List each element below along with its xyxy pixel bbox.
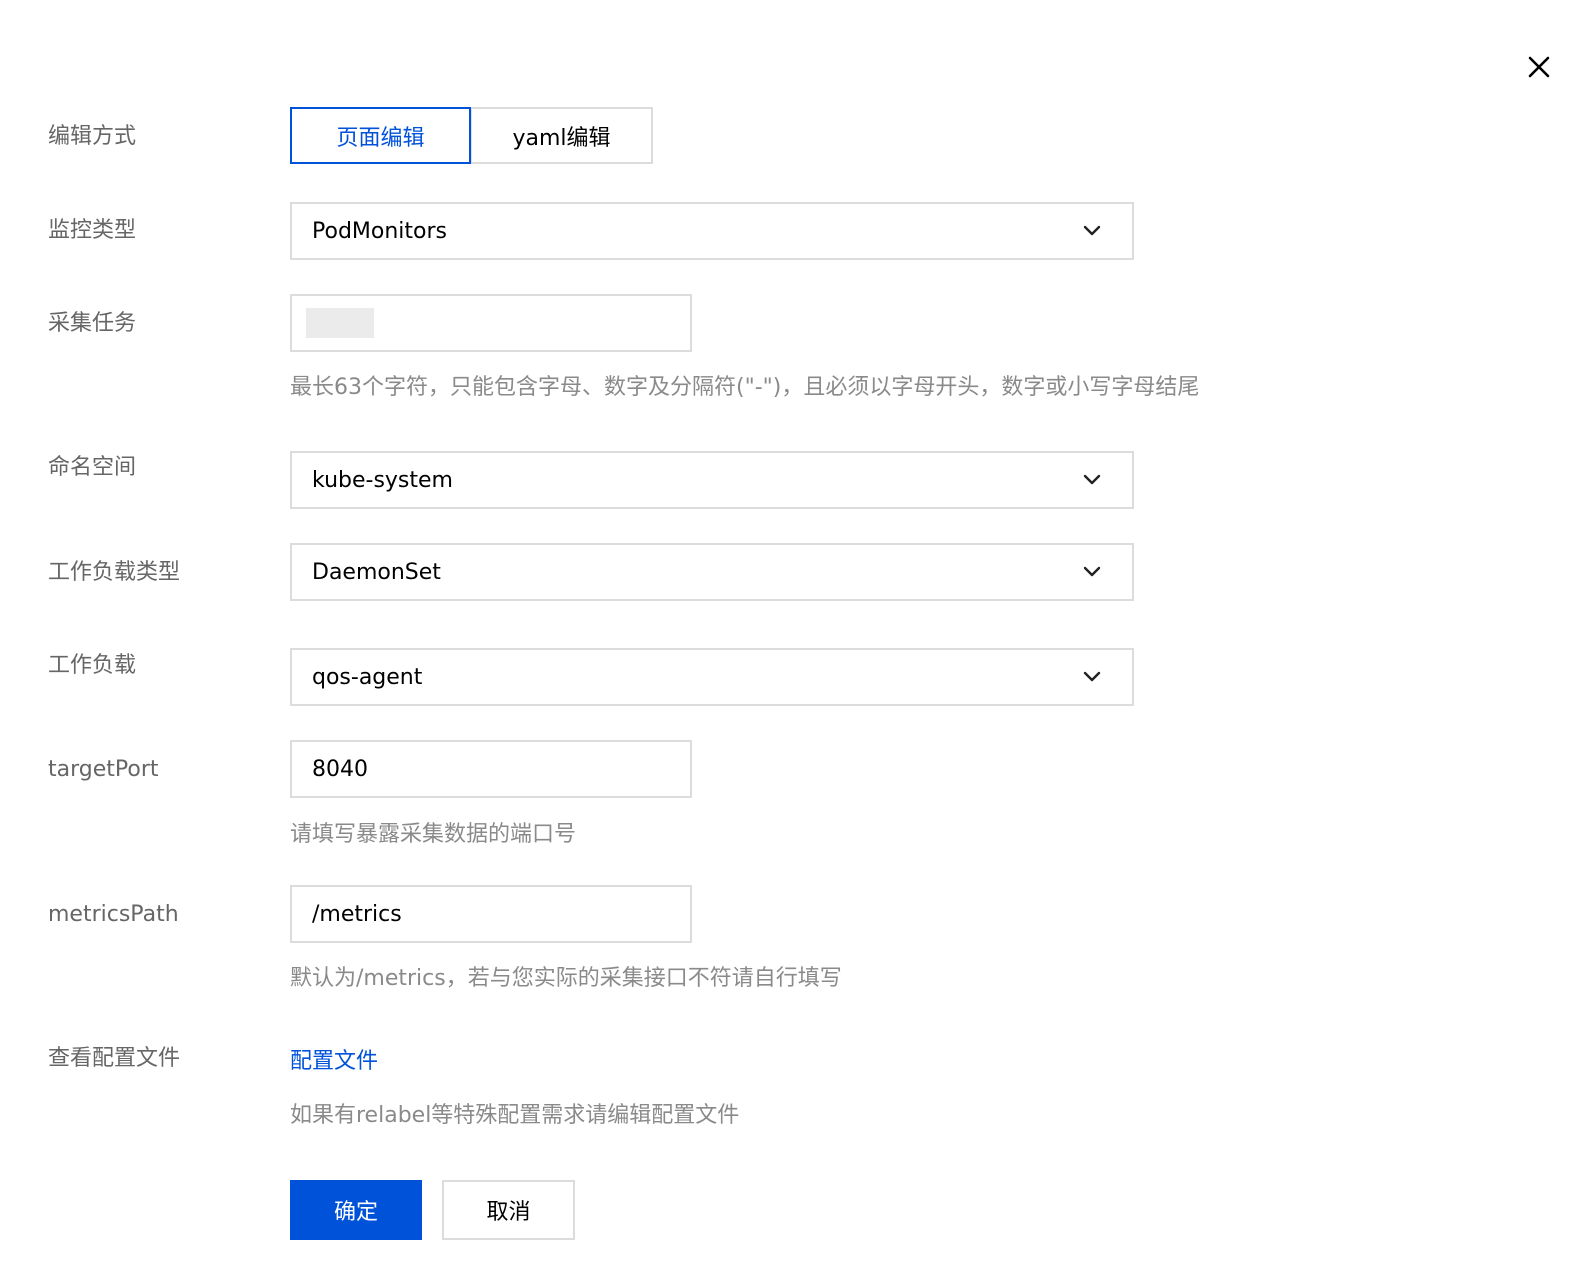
config-file-link[interactable]: 配置文件: [290, 1047, 378, 1077]
namespace-select[interactable]: kube-system: [290, 451, 1134, 509]
config-file-hint: 如果有relabel等特殊配置需求请编辑配置文件: [290, 1103, 740, 1128]
target-port-input[interactable]: 8040: [290, 740, 692, 798]
collect-task-label: 采集任务: [48, 311, 137, 336]
chevron-down-icon: [1083, 225, 1101, 236]
workload-type-label: 工作负载类型: [48, 560, 181, 585]
target-port-hint: 请填写暴露采集数据的端口号: [290, 822, 577, 847]
monitor-type-select[interactable]: PodMonitors: [290, 202, 1134, 260]
monitor-type-label: 监控类型: [48, 218, 137, 243]
workload-label: 工作负载: [48, 653, 137, 678]
tab-yaml-edit[interactable]: yaml编辑: [470, 107, 653, 164]
metrics-path-input[interactable]: /metrics: [290, 885, 692, 943]
namespace-label: 命名空间: [48, 455, 137, 480]
metrics-path-label: metricsPath: [48, 902, 179, 927]
chevron-down-icon: [1083, 474, 1101, 485]
workload-select[interactable]: qos-agent: [290, 648, 1134, 706]
chevron-down-icon: [1083, 671, 1101, 682]
tab-page-edit[interactable]: 页面编辑: [290, 107, 471, 164]
metrics-path-hint: 默认为/metrics，若与您实际的采集接口不符请自行填写: [290, 966, 842, 991]
workload-value: qos-agent: [312, 664, 423, 690]
collect-task-hint: 最长63个字符，只能包含字母、数字及分隔符("-")，且必须以字母开头，数字或小…: [290, 375, 1200, 400]
monitor-type-value: PodMonitors: [312, 218, 447, 244]
namespace-value: kube-system: [312, 467, 453, 493]
config-file-label: 查看配置文件: [48, 1046, 181, 1071]
collect-task-value-masked: [306, 308, 374, 338]
chevron-down-icon: [1083, 566, 1101, 577]
metrics-path-value: /metrics: [312, 901, 402, 927]
cancel-button[interactable]: 取消: [442, 1180, 575, 1240]
target-port-value: 8040: [312, 756, 368, 782]
collect-task-input[interactable]: [290, 294, 692, 352]
confirm-button[interactable]: 确定: [290, 1180, 422, 1240]
workload-type-select[interactable]: DaemonSet: [290, 543, 1134, 601]
edit-mode-label: 编辑方式: [48, 124, 137, 149]
close-button[interactable]: [1524, 52, 1554, 82]
workload-type-value: DaemonSet: [312, 559, 441, 585]
close-icon: [1528, 56, 1550, 78]
target-port-label: targetPort: [48, 757, 159, 782]
